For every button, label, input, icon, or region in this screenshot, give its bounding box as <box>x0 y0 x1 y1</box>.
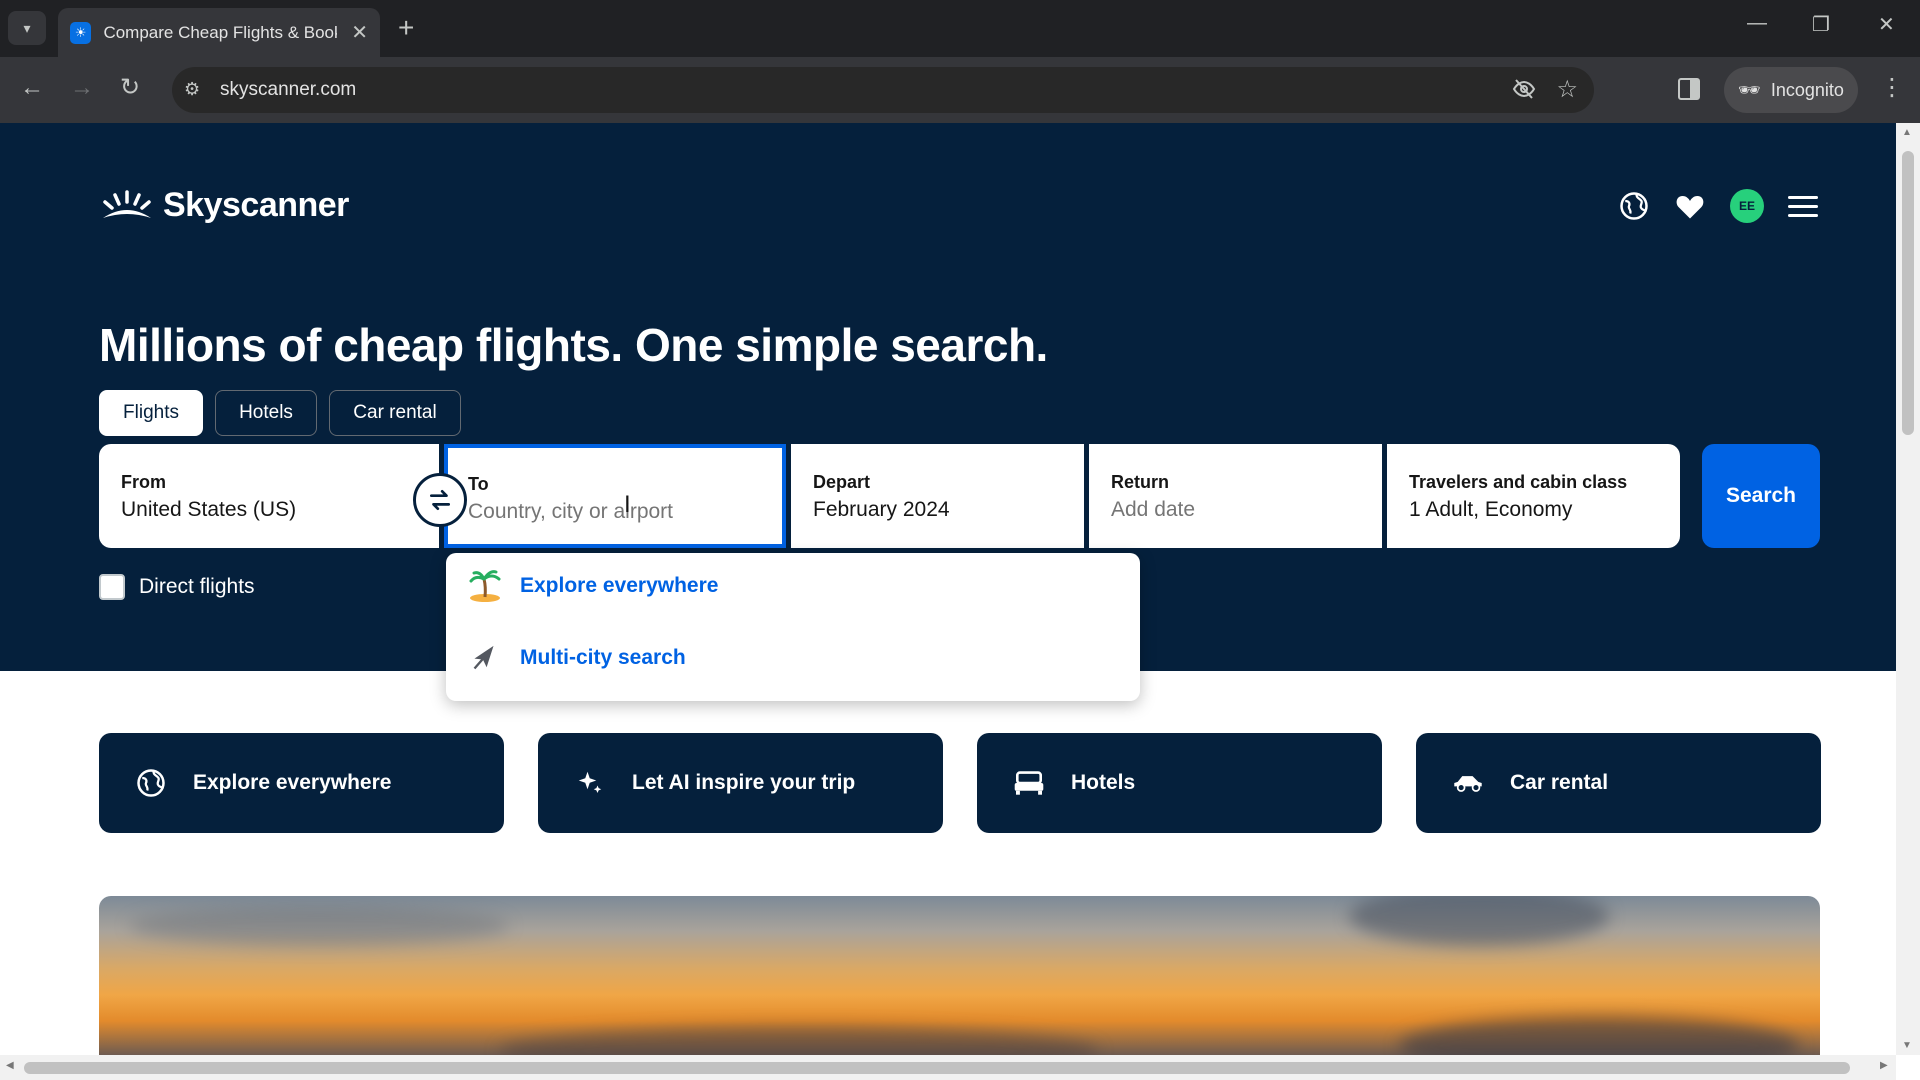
scroll-left-icon[interactable]: ◀ <box>6 1060 14 1071</box>
direct-flights-option[interactable]: Direct flights <box>99 574 255 600</box>
scroll-up-icon[interactable]: ▲ <box>1902 127 1912 138</box>
text-cursor-icon: I <box>624 491 631 518</box>
skyscanner-logo[interactable]: Skyscanner <box>99 186 349 225</box>
skyscanner-favicon-icon: ☀ <box>70 21 92 44</box>
browser-menu-icon[interactable]: ⋮ <box>1880 73 1904 102</box>
heart-saved-icon[interactable] <box>1673 189 1707 223</box>
horizontal-scroll-thumb[interactable] <box>24 1062 1850 1074</box>
tracking-protection-icon[interactable] <box>1512 77 1536 107</box>
to-label: To <box>468 474 489 494</box>
browser-tab[interactable]: ☀ Compare Cheap Flights & Book ✕ <box>58 8 380 57</box>
travelers-value[interactable]: 1 Adult, Economy <box>1409 498 1572 522</box>
direct-flights-label: Direct flights <box>139 575 255 598</box>
browser-toolbar: ← → ↻ ⚙ skyscanner.com ☆ 🕶 Incognito ⋮ <box>0 57 1920 123</box>
card-ai-inspire[interactable]: Let AI inspire your trip <box>538 733 943 833</box>
tab-hotels[interactable]: Hotels <box>215 390 317 436</box>
dropdown-item-label: Explore everywhere <box>520 574 719 597</box>
depart-label: Depart <box>813 472 871 492</box>
profile-avatar[interactable]: EE <box>1730 189 1764 223</box>
card-explore-everywhere[interactable]: Explore everywhere <box>99 733 504 833</box>
travelers-field[interactable]: Travelers and cabin class 1 Adult, Econo… <box>1387 444 1680 548</box>
plane-icon <box>468 641 502 675</box>
car-icon <box>1452 767 1484 799</box>
site-settings-icon[interactable]: ⚙ <box>184 79 206 101</box>
from-label: From <box>121 472 166 492</box>
page-headline: Millions of cheap flights. One simple se… <box>99 319 1048 371</box>
travelers-label: Travelers and cabin class <box>1409 472 1628 492</box>
tab-search-button[interactable]: ▾ <box>8 11 46 45</box>
to-input[interactable]: Country, city or airport <box>468 500 673 524</box>
return-field[interactable]: Return Add date <box>1089 444 1382 548</box>
tab-close-icon[interactable]: ✕ <box>351 20 368 45</box>
forward-icon[interactable]: → <box>70 73 94 103</box>
menu-hamburger-icon[interactable] <box>1788 196 1818 218</box>
incognito-badge[interactable]: 🕶 Incognito <box>1724 67 1858 113</box>
scroll-right-icon[interactable]: ▶ <box>1880 1060 1888 1071</box>
from-value[interactable]: United States (US) <box>121 498 296 522</box>
page-viewport: Skyscanner EE Millions of cheap flights.… <box>0 123 1896 1055</box>
minimize-icon[interactable]: — <box>1747 12 1767 35</box>
search-button[interactable]: Search <box>1702 444 1820 548</box>
browser-tabstrip: ▾ ☀ Compare Cheap Flights & Book ✕ + — ❐… <box>0 0 1920 57</box>
brand-name: Skyscanner <box>163 186 349 224</box>
url-text[interactable]: skyscanner.com <box>220 79 356 101</box>
scroll-down-icon[interactable]: ▼ <box>1902 1040 1912 1051</box>
sunrise-logo-icon <box>103 189 151 218</box>
dropdown-multi-city[interactable]: Multi-city search <box>468 641 686 675</box>
window-close-icon[interactable]: ✕ <box>1878 12 1895 37</box>
return-value[interactable]: Add date <box>1111 498 1195 522</box>
swap-arrows-icon <box>429 489 451 511</box>
island-icon <box>468 569 502 603</box>
globe-icon <box>135 767 167 799</box>
sunset-banner-image <box>99 896 1820 1055</box>
reload-icon[interactable]: ↻ <box>120 73 140 103</box>
card-label: Hotels <box>1071 771 1136 794</box>
destination-dropdown: Explore everywhere Multi-city search <box>446 553 1140 701</box>
tab-title: Compare Cheap Flights & Book <box>103 22 338 42</box>
horizontal-scrollbar[interactable]: ◀ ▶ <box>0 1055 1896 1080</box>
vertical-scroll-thumb[interactable] <box>1902 151 1914 435</box>
depart-field[interactable]: Depart February 2024 <box>791 444 1084 548</box>
tab-flights[interactable]: Flights <box>99 390 203 436</box>
card-label: Explore everywhere <box>193 771 392 794</box>
card-car-rental[interactable]: Car rental <box>1416 733 1821 833</box>
to-field[interactable]: To Country, city or airport <box>444 444 786 548</box>
from-field[interactable]: From United States (US) <box>99 444 439 548</box>
globe-region-icon[interactable] <box>1617 189 1651 223</box>
incognito-icon: 🕶 <box>1738 79 1761 100</box>
dropdown-explore-everywhere[interactable]: Explore everywhere <box>468 569 718 603</box>
incognito-label: Incognito <box>1770 79 1844 100</box>
restore-icon[interactable]: ❐ <box>1812 12 1830 37</box>
new-tab-button[interactable]: + <box>398 12 414 44</box>
tab-car-rental[interactable]: Car rental <box>329 390 461 436</box>
bookmark-star-icon[interactable]: ☆ <box>1556 75 1578 104</box>
swap-airports-button[interactable] <box>413 473 467 527</box>
bed-icon <box>1013 767 1045 799</box>
side-panel-icon[interactable] <box>1678 78 1700 100</box>
direct-flights-checkbox[interactable] <box>99 574 125 600</box>
back-icon[interactable]: ← <box>20 73 44 103</box>
card-hotels[interactable]: Hotels <box>977 733 1382 833</box>
vertical-scrollbar[interactable]: ▲ ▼ <box>1896 123 1920 1055</box>
dropdown-item-label: Multi-city search <box>520 646 686 669</box>
depart-value[interactable]: February 2024 <box>813 498 950 522</box>
card-label: Let AI inspire your trip <box>632 771 856 794</box>
address-bar[interactable]: ⚙ skyscanner.com ☆ <box>172 67 1594 113</box>
card-label: Car rental <box>1510 771 1609 794</box>
return-label: Return <box>1111 472 1169 492</box>
sparkle-icon <box>574 767 606 799</box>
